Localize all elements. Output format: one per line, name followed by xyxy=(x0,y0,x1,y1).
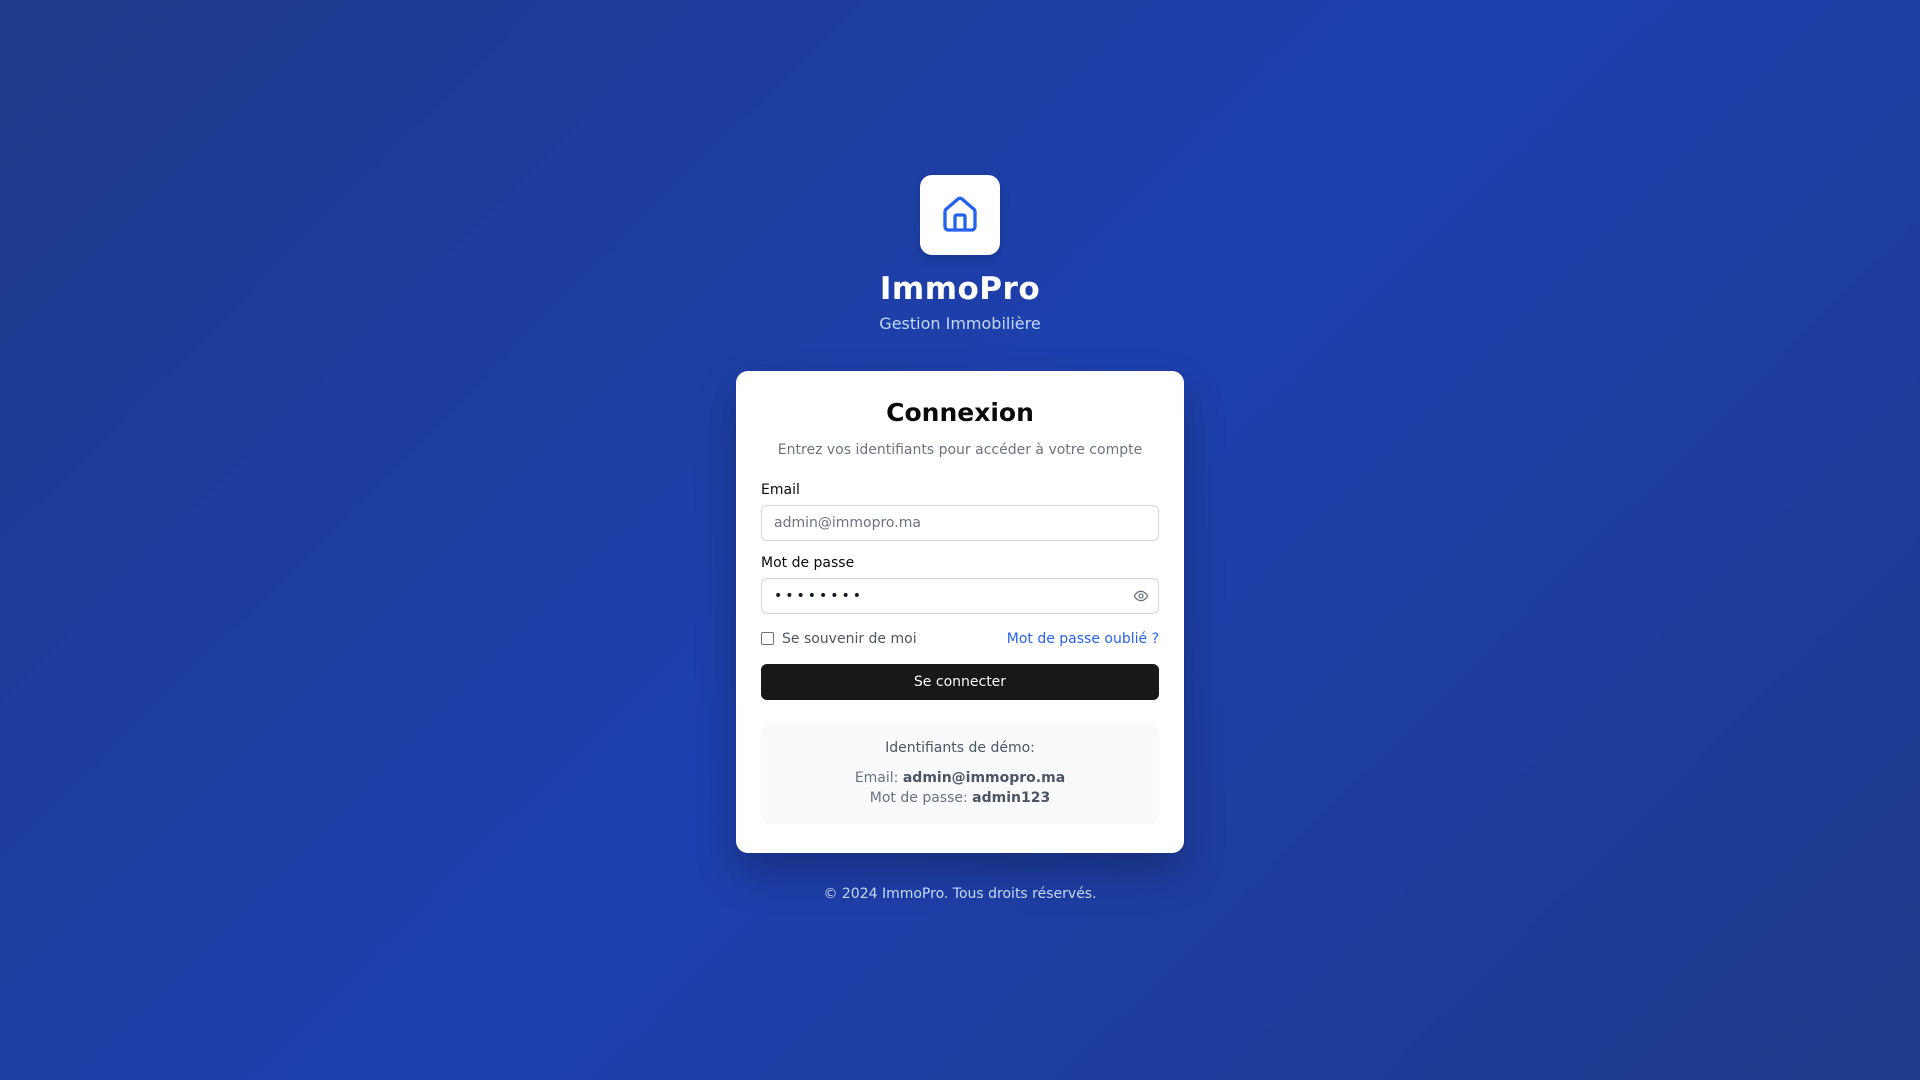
password-label: Mot de passe xyxy=(761,554,855,571)
demo-credentials-title: Identifiants de démo: xyxy=(885,739,1035,756)
eye-icon xyxy=(1133,590,1149,601)
footer-copyright: © 2024 ImmoPro. Tous droits réservés. xyxy=(823,886,1097,902)
password-input[interactable] xyxy=(761,577,1159,614)
brand-header: ImmoPro Gestion Immobilière xyxy=(0,175,1920,333)
demo-password-value: admin123 xyxy=(972,789,1051,806)
login-button[interactable]: Se connecter xyxy=(761,663,1159,700)
demo-password-prefix: Mot de passe: xyxy=(869,789,968,806)
demo-email-prefix: Email: xyxy=(854,769,899,786)
email-label: Email xyxy=(761,481,800,498)
password-field-wrapper xyxy=(761,577,1159,614)
forgot-password-link[interactable]: Mot de passe oublié ? xyxy=(1007,631,1159,647)
home-icon xyxy=(943,196,977,232)
email-field-wrapper xyxy=(761,504,1159,541)
login-card: Connexion Entrez vos identifiants pour a… xyxy=(736,371,1184,853)
show-password-button[interactable] xyxy=(1131,586,1151,606)
demo-email-value: admin@immopro.ma xyxy=(902,769,1066,786)
remember-me-checkbox[interactable] xyxy=(761,632,774,645)
email-input[interactable] xyxy=(761,504,1159,541)
app-subtitle: Gestion Immobilière xyxy=(879,314,1041,334)
app-title: ImmoPro xyxy=(879,271,1041,307)
demo-email-line: Email: admin@immopro.ma xyxy=(773,768,1147,788)
logo xyxy=(920,175,1000,255)
login-description: Entrez vos identifiants pour accéder à v… xyxy=(777,441,1143,458)
login-title: Connexion xyxy=(886,398,1034,427)
remember-me: Se souvenir de moi xyxy=(761,631,917,647)
remember-me-label[interactable]: Se souvenir de moi xyxy=(782,631,917,647)
demo-credentials-box: Identifiants de démo: Email: admin@immop… xyxy=(761,723,1159,824)
demo-password-line: Mot de passe: admin123 xyxy=(773,788,1147,808)
login-options-row: Se souvenir de moi Mot de passe oublié ? xyxy=(761,631,1159,647)
